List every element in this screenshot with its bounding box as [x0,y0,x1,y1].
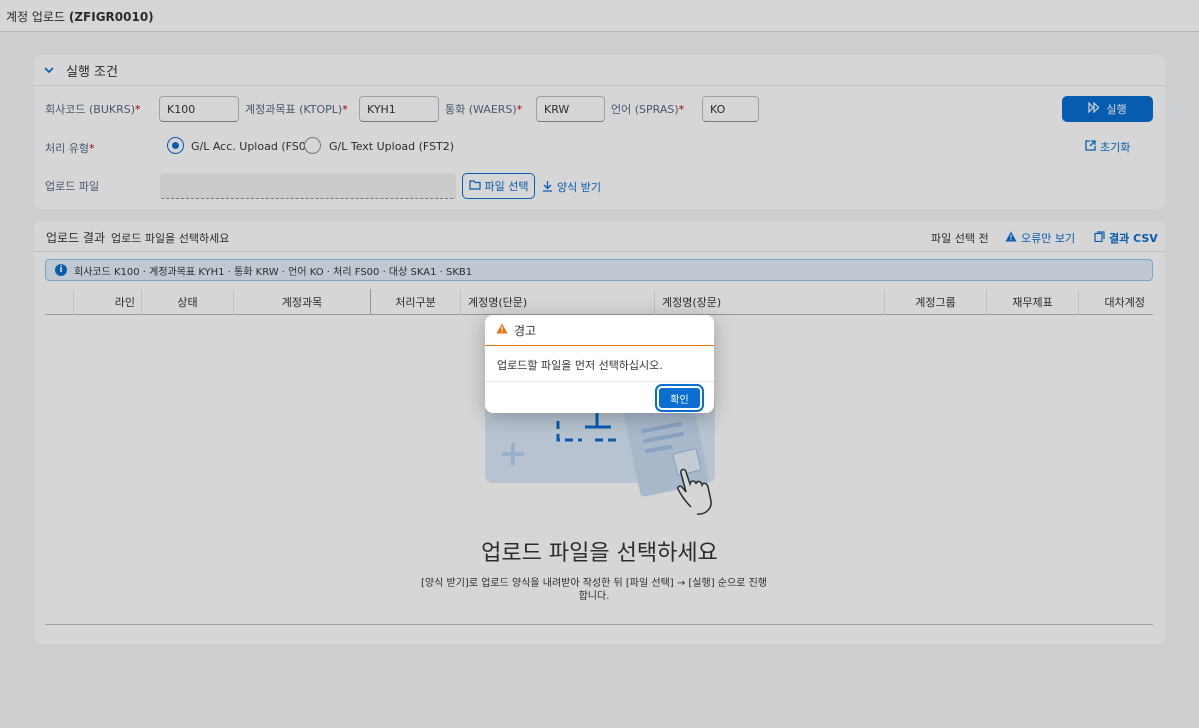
dialog-header: 경고 [485,315,714,346]
dialog-ok-button[interactable]: 확인 [655,384,704,412]
warning-icon [496,323,508,337]
dialog-message: 업로드할 파일을 먼저 선택하십시오. [485,346,714,382]
warning-dialog: 경고 업로드할 파일을 먼저 선택하십시오. 확인 [485,315,714,413]
dialog-footer: 확인 [485,382,714,413]
dialog-title: 경고 [514,323,537,338]
